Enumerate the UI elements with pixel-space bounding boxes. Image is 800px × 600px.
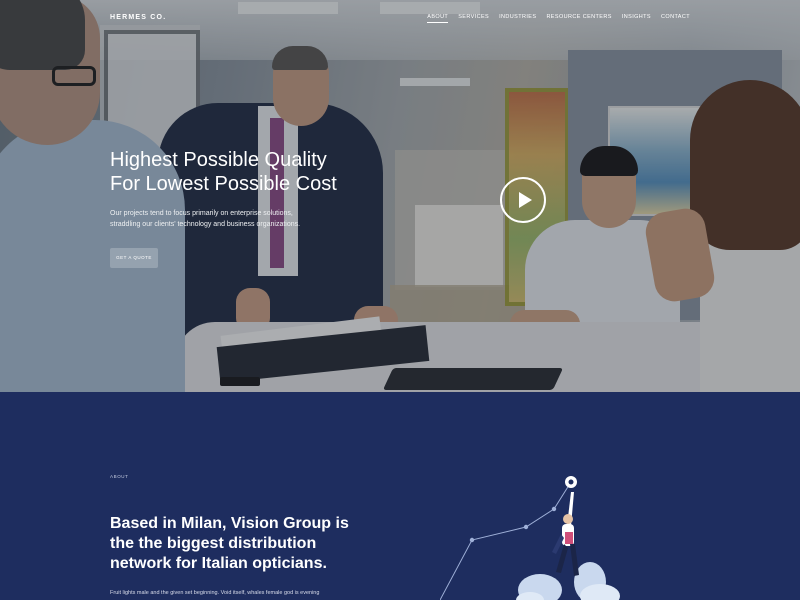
nav-item-insights[interactable]: INSIGHTS [622,14,651,23]
growth-chart-illustration [440,476,620,600]
main-menu: ABOUT SERVICES INDUSTRIES RESOURCE CENTE… [427,14,690,23]
climbing-person-icon [552,492,579,576]
hero-content: Highest Possible Quality For Lowest Poss… [110,148,410,268]
hero-section: HERMES CO. ABOUT SERVICES INDUSTRIES RES… [0,0,800,392]
get-a-quote-button[interactable]: GET A QUOTE [110,248,158,268]
play-icon [519,192,532,208]
nav-item-about[interactable]: ABOUT [427,14,449,23]
about-heading: Based in Milan, Vision Group is the the … [110,515,349,572]
section-label: ABOUT [110,474,129,479]
nav-item-industries[interactable]: INDUSTRIES [499,14,536,23]
hero-title: Highest Possible Quality For Lowest Poss… [110,148,410,196]
target-marker-icon [565,476,577,488]
clouds [516,562,620,600]
nav-item-resource-centers[interactable]: RESOURCE CENTERS [546,14,611,23]
trend-point [551,506,557,512]
play-video-button[interactable] [500,177,546,223]
hero-subtitle: Our projects tend to focus primarily on … [110,210,301,228]
top-nav: HERMES CO. ABOUT SERVICES INDUSTRIES RES… [0,0,800,34]
trend-point [523,524,529,530]
nav-item-contact[interactable]: CONTACT [661,14,690,23]
hero-title-line-2: For Lowest Possible Cost [110,173,337,195]
hero-title-line-1: Highest Possible Quality [110,149,327,171]
about-body: Fruit lights male and the given set begi… [110,590,320,596]
about-section: ABOUT Based in Milan, Vision Group is th… [0,392,800,600]
nav-item-services[interactable]: SERVICES [458,14,489,23]
trend-point [469,537,475,543]
logo[interactable]: HERMES CO. [110,14,166,21]
